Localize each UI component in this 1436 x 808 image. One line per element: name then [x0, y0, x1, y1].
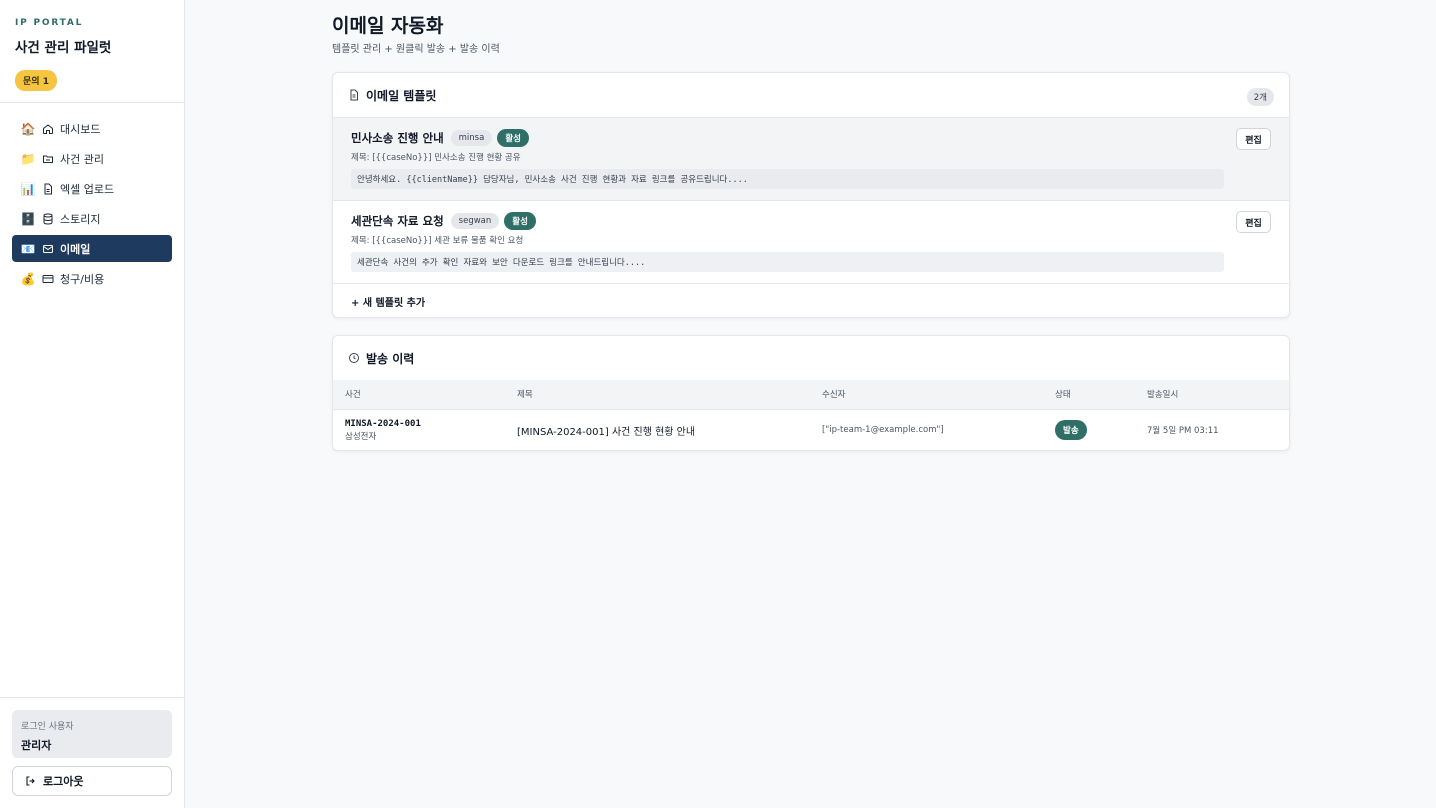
template-name: 세관단속 자료 요청	[351, 214, 444, 228]
folder-emoji-icon: 📁	[20, 151, 36, 166]
brand: IP PORTAL 사건 관리 파일럿 문의 1	[0, 0, 184, 103]
sidebar-footer: 로그인 사용자 관리자 로그아웃	[0, 697, 184, 808]
status-badge: 발송	[1055, 420, 1087, 441]
template-key-badge: minsa	[450, 130, 493, 146]
sidebar-item-label: 사건 관리	[60, 152, 104, 166]
case-cell: MINSA-2024-001 삼성전자	[333, 409, 505, 450]
sidebar-item-label: 엑셀 업로드	[60, 182, 115, 196]
templates-header: 이메일 템플릿 2개	[333, 73, 1289, 117]
sidebar: IP PORTAL 사건 관리 파일럿 문의 1 🏠 대시보드 📁 사건 관리 …	[0, 0, 185, 808]
logout-label: 로그아웃	[43, 775, 84, 788]
cabinet-emoji-icon: 🗄️	[20, 211, 36, 226]
home-icon	[42, 123, 54, 135]
case-client: 삼성전자	[345, 431, 377, 442]
clock-icon	[349, 353, 359, 363]
sidebar-item-excel-upload[interactable]: 📊 엑셀 업로드	[12, 175, 172, 202]
history-header: 발송 이력	[333, 336, 1289, 380]
user-label: 로그인 사용자	[21, 722, 74, 732]
table-row[interactable]: MINSA-2024-001 삼성전자 [MINSA-2024-001] 사건 …	[333, 409, 1289, 450]
house-emoji-icon: 🏠	[20, 121, 36, 136]
column-header[interactable]: 수신자	[810, 380, 1043, 409]
template-status-badge: 활성	[497, 129, 529, 147]
sidebar-item-label: 스토리지	[60, 212, 101, 226]
brand-title: 사건 관리 파일럿	[15, 40, 112, 56]
brand-eyebrow: IP PORTAL	[15, 18, 84, 28]
template-body-preview: 세관단속 사건의 추가 확인 자료와 보안 다운로드 링크를 안내드립니다...…	[351, 252, 1224, 272]
subject-cell: [MINSA-2024-001] 사건 진행 현황 안내	[517, 426, 696, 438]
template-name: 민사소송 진행 안내	[351, 131, 444, 145]
chart-emoji-icon: 📊	[20, 181, 36, 196]
template-body-preview: 안녕하세요. {{clientName}} 담당자님, 민사소송 사건 진행 현…	[351, 169, 1224, 189]
file-icon	[42, 183, 54, 195]
history-table: 사건 제목 수신자 상태 발송일시 MINSA-2024-001 삼성전자 [M…	[333, 380, 1289, 450]
status-cell: 발송	[1043, 409, 1135, 450]
template-subject: 제목: [{{caseNo}}] 민사소송 진행 현황 공유	[351, 153, 521, 163]
template-status-badge: 활성	[504, 212, 536, 230]
sidebar-item-dashboard[interactable]: 🏠 대시보드	[12, 115, 172, 142]
recipients-cell: ["ip-team-1@example.com"]	[822, 425, 944, 436]
money-bag-emoji-icon: 💰	[20, 271, 36, 286]
sidebar-item-storage[interactable]: 🗄️ 스토리지	[12, 205, 172, 232]
inquiry-badge[interactable]: 문의 1	[15, 70, 57, 91]
templates-count-badge: 2개	[1246, 88, 1274, 106]
template-item[interactable]: 세관단속 자료 요청 segwan 활성 제목: [{{caseNo}}] 세관…	[333, 200, 1289, 283]
template-subject: 제목: [{{caseNo}}] 세관 보류 물품 확인 요청	[351, 236, 524, 246]
sidebar-nav: 🏠 대시보드 📁 사건 관리 📊 엑셀 업로드 🗄️ 스토리지 📧 이메일 💰 …	[0, 103, 184, 307]
page-title: 이메일 자동화	[332, 15, 444, 37]
edit-template-button[interactable]: 편집	[1236, 211, 1271, 233]
database-icon	[42, 213, 54, 225]
column-header[interactable]: 상태	[1043, 380, 1135, 409]
add-template-button[interactable]: + 새 템플릿 추가	[333, 283, 1289, 317]
sidebar-item-label: 대시보드	[60, 122, 101, 136]
sidebar-item-cases[interactable]: 📁 사건 관리	[12, 145, 172, 172]
user-name: 관리자	[21, 739, 52, 752]
credit-card-icon	[42, 273, 54, 285]
mail-icon	[42, 243, 54, 255]
templates-title: 이메일 템플릿	[366, 88, 437, 103]
folder-icon	[42, 153, 54, 165]
email-templates-card: 이메일 템플릿 2개 민사소송 진행 안내 minsa 활성 제목: [{{ca…	[332, 72, 1290, 318]
envelope-emoji-icon: 📧	[20, 241, 36, 256]
history-title: 발송 이력	[366, 351, 415, 366]
column-header[interactable]: 제목	[505, 380, 810, 409]
column-header[interactable]: 사건	[333, 380, 505, 409]
template-item[interactable]: 민사소송 진행 안내 minsa 활성 제목: [{{caseNo}}] 민사소…	[333, 117, 1289, 200]
logout-button[interactable]: 로그아웃	[12, 766, 172, 796]
column-header[interactable]: 발송일시	[1135, 380, 1289, 409]
document-icon	[350, 89, 358, 101]
sidebar-item-email[interactable]: 📧 이메일	[12, 235, 172, 262]
sidebar-item-label: 청구/비용	[60, 272, 105, 286]
user-box: 로그인 사용자 관리자	[12, 710, 172, 758]
template-key-badge: segwan	[450, 213, 500, 229]
sidebar-item-label: 이메일	[60, 242, 91, 256]
table-header-row: 사건 제목 수신자 상태 발송일시	[333, 380, 1289, 409]
logout-icon	[26, 776, 35, 786]
send-history-card: 발송 이력 사건 제목 수신자 상태 발송일시 MINSA-2024-001 삼…	[332, 335, 1290, 451]
edit-template-button[interactable]: 편집	[1236, 128, 1271, 150]
sidebar-item-billing[interactable]: 💰 청구/비용	[12, 265, 172, 292]
case-number: MINSA-2024-001	[345, 418, 421, 429]
sent-at-cell: 7월 5일 PM 03:11	[1147, 426, 1219, 437]
page-subtitle: 템플릿 관리 + 원클릭 발송 + 발송 이력	[332, 44, 500, 55]
